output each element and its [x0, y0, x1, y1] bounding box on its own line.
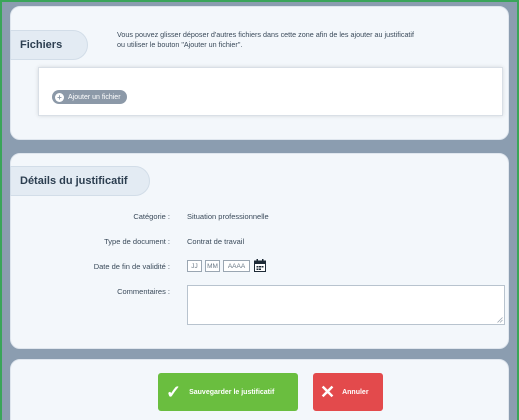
save-button-label: Sauvegarder le justificatif: [189, 388, 275, 396]
plus-circle-icon: +: [55, 92, 64, 102]
category-row: Catégorie : Situation professionnelle: [11, 210, 508, 224]
cancel-button-label: Annuler: [342, 388, 369, 396]
validity-date-row: Date de fin de validité : JJ MM AAAA: [11, 259, 508, 274]
comments-row: Commentaires :: [11, 285, 508, 325]
calendar-icon[interactable]: [254, 259, 266, 272]
document-type-label: Type de document :: [104, 237, 170, 246]
date-year-input[interactable]: AAAA: [223, 260, 250, 272]
add-file-button[interactable]: + Ajouter un fichier: [52, 90, 127, 104]
category-label: Catégorie :: [133, 212, 170, 221]
save-button[interactable]: ✓ Sauvegarder le justificatif: [158, 373, 298, 411]
add-file-label: Ajouter un fichier: [68, 93, 121, 101]
files-help-text: Vous pouvez glisser déposer d'autres fic…: [117, 30, 497, 50]
category-value: Situation professionnelle: [187, 212, 269, 221]
file-dropzone[interactable]: + Ajouter un fichier: [38, 67, 503, 116]
comments-label: Commentaires :: [117, 287, 170, 296]
checkmark-icon: ✓: [166, 382, 182, 402]
details-panel: Détails du justificatif Catégorie : Situ…: [10, 153, 509, 349]
x-icon: ✕: [320, 382, 336, 402]
document-type-value: Contrat de travail: [187, 237, 245, 246]
files-help-line-1: Vous pouvez glisser déposer d'autres fic…: [117, 30, 415, 39]
files-section-title: Fichiers: [10, 30, 88, 60]
files-panel: Fichiers Vous pouvez glisser déposer d'a…: [10, 6, 509, 140]
validity-date-label: Date de fin de validité :: [93, 262, 170, 271]
page-frame: Fichiers Vous pouvez glisser déposer d'a…: [0, 0, 519, 420]
cancel-button[interactable]: ✕ Annuler: [313, 373, 383, 411]
files-help-line-2: ou utiliser le bouton "Ajouter un fichie…: [117, 40, 243, 49]
date-month-input[interactable]: MM: [205, 260, 220, 272]
comments-textarea[interactable]: [187, 285, 505, 325]
details-section-title: Détails du justificatif: [10, 166, 150, 196]
resize-grip-icon[interactable]: [497, 317, 503, 323]
date-day-input[interactable]: JJ: [187, 260, 202, 272]
document-type-row: Type de document : Contrat de travail: [11, 235, 508, 249]
actions-panel: ✓ Sauvegarder le justificatif ✕ Annuler: [10, 359, 509, 420]
